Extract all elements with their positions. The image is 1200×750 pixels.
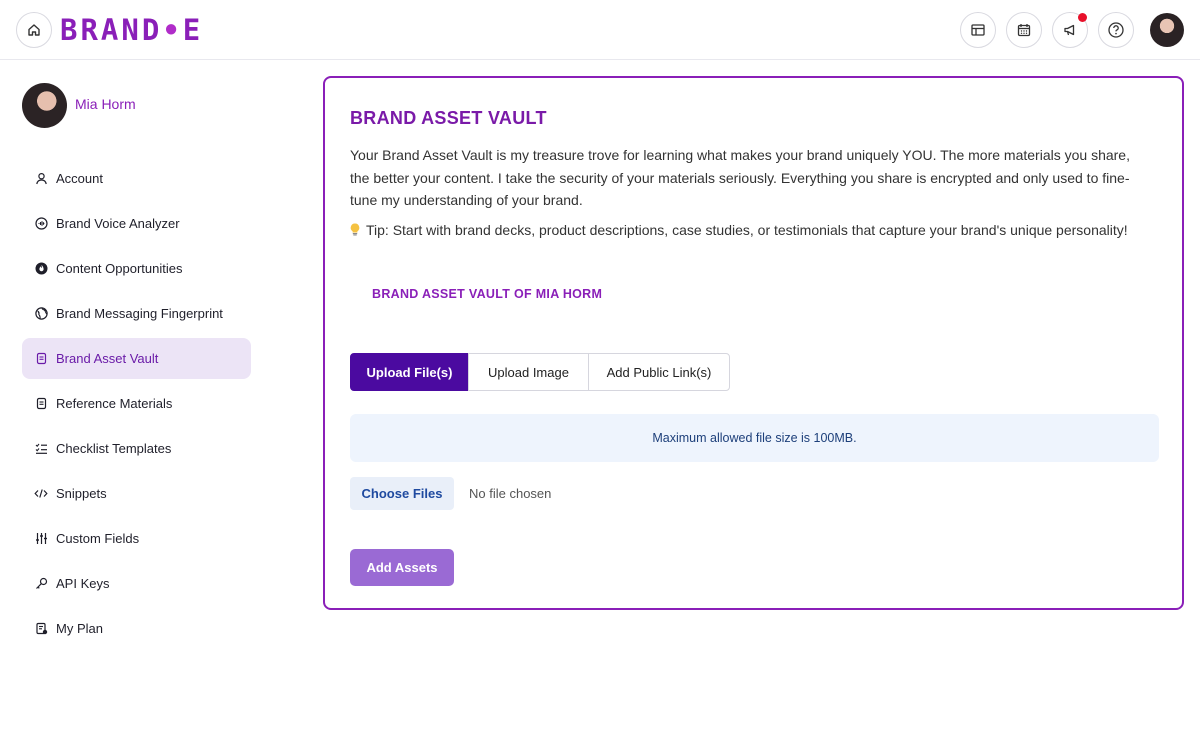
key-icon <box>34 577 48 591</box>
sidebar-item-account[interactable]: Account <box>22 158 251 199</box>
sidebar-item-api-keys[interactable]: API Keys <box>22 563 251 604</box>
sidebar-item-my-plan[interactable]: My Plan <box>22 608 251 649</box>
brand-logo[interactable]: BRAND•E <box>60 14 203 46</box>
layout-icon <box>971 24 985 36</box>
no-file-status: No file chosen <box>469 486 552 501</box>
tab-add-public-links[interactable]: Add Public Link(s) <box>588 353 730 391</box>
tab-upload-image[interactable]: Upload Image <box>468 353 589 391</box>
sidebar-item-brand-asset-vault[interactable]: Brand Asset Vault <box>22 338 251 379</box>
vault-icon <box>34 352 48 366</box>
globe-icon <box>34 307 48 321</box>
help-icon <box>1108 22 1124 38</box>
megaphone-icon <box>1064 24 1075 36</box>
user-avatar[interactable] <box>1150 13 1184 47</box>
sidebar-item-snippets[interactable]: Snippets <box>22 473 251 514</box>
settings-sidebar: Mia Horm Account Brand Voice Analyzer Co… <box>0 61 270 750</box>
tab-upload-files[interactable]: Upload File(s) <box>350 353 469 391</box>
sidebar-item-content-opportunities[interactable]: Content Opportunities <box>22 248 251 289</box>
add-assets-button[interactable]: Add Assets <box>350 549 454 586</box>
user-icon <box>34 172 48 186</box>
avatar <box>22 83 67 128</box>
sidebar-item-custom-fields[interactable]: Custom Fields <box>22 518 251 559</box>
help-button[interactable] <box>1098 12 1134 48</box>
calendar-icon <box>1017 24 1031 37</box>
document-icon <box>34 397 48 411</box>
code-icon <box>34 487 48 501</box>
sidebar-item-brand-messaging-fingerprint[interactable]: Brand Messaging Fingerprint <box>22 293 251 334</box>
page-title: BRAND ASSET VAULT <box>350 108 547 128</box>
sliders-icon <box>34 532 48 546</box>
brand-asset-vault-card: BRAND ASSET VAULT Your Brand Asset Vault… <box>323 76 1184 610</box>
home-button[interactable] <box>16 12 52 48</box>
home-icon <box>28 24 40 36</box>
vault-tip: Tip: Start with brand decks, product des… <box>350 219 1150 242</box>
sidebar-item-brand-voice-analyzer[interactable]: Brand Voice Analyzer <box>22 203 251 244</box>
upload-tabs: Upload File(s) Upload Image Add Public L… <box>350 353 730 391</box>
plan-icon <box>34 622 48 636</box>
max-file-size-notice: Maximum allowed file size is 100MB. <box>350 414 1159 462</box>
voice-icon <box>34 217 48 231</box>
opportunity-icon <box>34 262 48 276</box>
vault-owner-label: BRAND ASSET VAULT OF MIA HORM <box>372 287 603 301</box>
sidebar-item-reference-materials[interactable]: Reference Materials <box>22 383 251 424</box>
calendar-button[interactable] <box>1006 12 1042 48</box>
choose-files-button[interactable]: Choose Files <box>350 477 454 510</box>
lightbulb-icon <box>350 223 360 236</box>
sidebar-item-checklist-templates[interactable]: Checklist Templates <box>22 428 251 469</box>
notification-dot <box>1078 13 1087 22</box>
vault-description: Your Brand Asset Vault is my treasure tr… <box>350 147 1130 208</box>
file-picker: Choose Files No file chosen <box>350 477 551 510</box>
checklist-icon <box>34 442 48 456</box>
announcements-button[interactable] <box>1052 12 1088 48</box>
header-actions <box>960 12 1184 48</box>
profile-summary: Mia Horm <box>22 83 136 128</box>
sidebar-nav: Account Brand Voice Analyzer Content Opp… <box>22 158 251 653</box>
profile-name: Mia Horm <box>75 95 136 112</box>
top-header: BRAND•E <box>0 0 1200 60</box>
layout-button[interactable] <box>960 12 996 48</box>
